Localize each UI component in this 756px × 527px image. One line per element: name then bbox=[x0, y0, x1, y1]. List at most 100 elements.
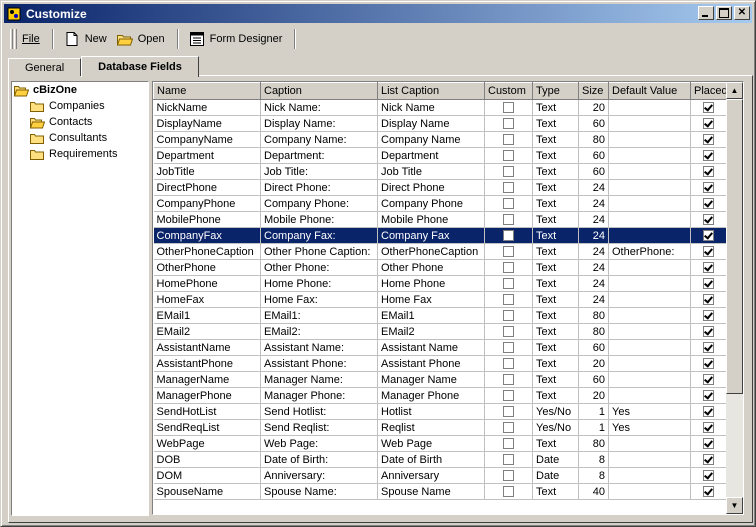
table-row[interactable]: MobilePhone Mobile Phone: Mobile Phone Text… bbox=[153, 211, 727, 228]
cell-name[interactable]: SpouseName bbox=[153, 483, 261, 500]
tree-view[interactable]: cBizOne Companies Contacts Consultants R… bbox=[11, 81, 149, 516]
cell-size[interactable]: 80 bbox=[578, 131, 609, 148]
cell-size[interactable]: 60 bbox=[578, 115, 609, 132]
table-row[interactable]: CompanyFax Company Fax: Company Fax Text 24 bbox=[153, 227, 727, 244]
cell-caption[interactable]: Department: bbox=[260, 147, 378, 164]
cell-custom[interactable] bbox=[484, 467, 533, 484]
cell-default-value[interactable] bbox=[608, 483, 691, 500]
cell-placed[interactable] bbox=[690, 179, 727, 196]
table-row[interactable]: ManagerPhone Manager Phone: Manager Phone T… bbox=[153, 387, 727, 404]
cell-name[interactable]: SendReqList bbox=[153, 419, 261, 436]
cell-custom[interactable] bbox=[484, 211, 533, 228]
custom-checkbox[interactable] bbox=[503, 134, 514, 146]
cell-custom[interactable] bbox=[484, 371, 533, 388]
custom-checkbox[interactable] bbox=[503, 198, 514, 210]
cell-placed[interactable] bbox=[690, 403, 727, 420]
cell-custom[interactable] bbox=[484, 275, 533, 292]
cell-type[interactable]: Date bbox=[532, 467, 579, 484]
cell-caption[interactable]: EMail1: bbox=[260, 307, 378, 324]
cell-custom[interactable] bbox=[484, 403, 533, 420]
custom-checkbox[interactable] bbox=[503, 470, 514, 482]
cell-type[interactable]: Date bbox=[532, 451, 579, 468]
cell-placed[interactable] bbox=[690, 99, 727, 116]
cell-size[interactable]: 80 bbox=[578, 307, 609, 324]
cell-name[interactable]: EMail2 bbox=[153, 323, 261, 340]
cell-name[interactable]: ManagerName bbox=[153, 371, 261, 388]
cell-type[interactable]: Text bbox=[532, 211, 579, 228]
cell-name[interactable]: EMail1 bbox=[153, 307, 261, 324]
placed-checkbox[interactable] bbox=[703, 422, 714, 434]
cell-default-value[interactable]: Yes bbox=[608, 419, 691, 436]
cell-size[interactable]: 24 bbox=[578, 291, 609, 308]
table-row[interactable]: SendReqList Send Reqlist: Reqlist Yes/No 1 Ye… bbox=[153, 419, 727, 436]
cell-type[interactable]: Text bbox=[532, 339, 579, 356]
cell-custom[interactable] bbox=[484, 115, 533, 132]
cell-caption[interactable]: Send Hotlist: bbox=[260, 403, 378, 420]
cell-default-value[interactable] bbox=[608, 467, 691, 484]
custom-checkbox[interactable] bbox=[503, 326, 514, 338]
table-row[interactable]: SendHotList Send Hotlist: Hotlist Yes/No 1 Ye… bbox=[153, 403, 727, 420]
cell-placed[interactable] bbox=[690, 483, 727, 500]
table-row[interactable]: EMail2 EMail2: EMail2 Text 80 bbox=[153, 323, 727, 340]
cell-type[interactable]: Text bbox=[532, 243, 579, 260]
placed-checkbox[interactable] bbox=[703, 294, 714, 306]
cell-placed[interactable] bbox=[690, 307, 727, 324]
cell-caption[interactable]: Company Phone: bbox=[260, 195, 378, 212]
table-row[interactable]: OtherPhone Other Phone: Other Phone Text 24 bbox=[153, 259, 727, 276]
cell-size[interactable]: 80 bbox=[578, 435, 609, 452]
cell-list-caption[interactable]: Nick Name bbox=[377, 99, 485, 116]
cell-name[interactable]: DOB bbox=[153, 451, 261, 468]
cell-placed[interactable] bbox=[690, 435, 727, 452]
cell-type[interactable]: Text bbox=[532, 99, 579, 116]
cell-name[interactable]: DOM bbox=[153, 467, 261, 484]
cell-list-caption[interactable]: Manager Name bbox=[377, 371, 485, 388]
cell-placed[interactable] bbox=[690, 195, 727, 212]
tab-general[interactable]: General bbox=[8, 58, 82, 76]
custom-checkbox[interactable] bbox=[503, 294, 514, 306]
table-row[interactable]: CompanyName Company Name: Company Name Text… bbox=[153, 131, 727, 148]
cell-type[interactable]: Text bbox=[532, 291, 579, 308]
table-row[interactable]: NickName Nick Name: Nick Name Text 20 bbox=[153, 99, 727, 116]
database-fields-grid[interactable]: Name Caption List Caption Custom Type Size Def… bbox=[152, 81, 744, 515]
cell-caption[interactable]: Home Phone: bbox=[260, 275, 378, 292]
cell-name[interactable]: NickName bbox=[153, 99, 261, 116]
cell-custom[interactable] bbox=[484, 195, 533, 212]
custom-checkbox[interactable] bbox=[503, 246, 514, 258]
column-header-list-caption[interactable]: List Caption bbox=[377, 82, 485, 100]
cell-placed[interactable] bbox=[690, 371, 727, 388]
maximize-button[interactable] bbox=[716, 6, 732, 20]
cell-type[interactable]: Text bbox=[532, 163, 579, 180]
cell-size[interactable]: 60 bbox=[578, 147, 609, 164]
cell-list-caption[interactable]: Date of Birth bbox=[377, 451, 485, 468]
file-menu[interactable]: File bbox=[18, 28, 44, 50]
cell-default-value[interactable] bbox=[608, 307, 691, 324]
column-header-size[interactable]: Size bbox=[578, 82, 609, 100]
column-header-caption[interactable]: Caption bbox=[260, 82, 378, 100]
cell-default-value[interactable] bbox=[608, 371, 691, 388]
cell-list-caption[interactable]: Reqlist bbox=[377, 419, 485, 436]
cell-size[interactable]: 1 bbox=[578, 403, 609, 420]
cell-size[interactable]: 24 bbox=[578, 227, 609, 244]
placed-checkbox[interactable] bbox=[703, 118, 714, 130]
cell-custom[interactable] bbox=[484, 291, 533, 308]
column-header-name[interactable]: Name bbox=[153, 82, 261, 100]
custom-checkbox[interactable] bbox=[503, 310, 514, 322]
minimize-button[interactable] bbox=[698, 6, 714, 20]
cell-default-value[interactable] bbox=[608, 275, 691, 292]
table-row[interactable]: HomePhone Home Phone: Home Phone Text 24 bbox=[153, 275, 727, 292]
tree-item-requirements[interactable]: Requirements bbox=[30, 146, 148, 162]
custom-checkbox[interactable] bbox=[503, 230, 514, 242]
scroll-down-button[interactable]: ▼ bbox=[726, 497, 743, 514]
cell-type[interactable]: Text bbox=[532, 195, 579, 212]
cell-list-caption[interactable]: EMail1 bbox=[377, 307, 485, 324]
cell-list-caption[interactable]: EMail2 bbox=[377, 323, 485, 340]
cell-list-caption[interactable]: Home Fax bbox=[377, 291, 485, 308]
placed-checkbox[interactable] bbox=[703, 214, 714, 226]
cell-list-caption[interactable]: Assistant Name bbox=[377, 339, 485, 356]
cell-type[interactable]: Text bbox=[532, 307, 579, 324]
cell-list-caption[interactable]: Home Phone bbox=[377, 275, 485, 292]
cell-size[interactable]: 40 bbox=[578, 483, 609, 500]
new-button[interactable]: New bbox=[60, 28, 111, 50]
placed-checkbox[interactable] bbox=[703, 246, 714, 258]
cell-type[interactable]: Yes/No bbox=[532, 419, 579, 436]
